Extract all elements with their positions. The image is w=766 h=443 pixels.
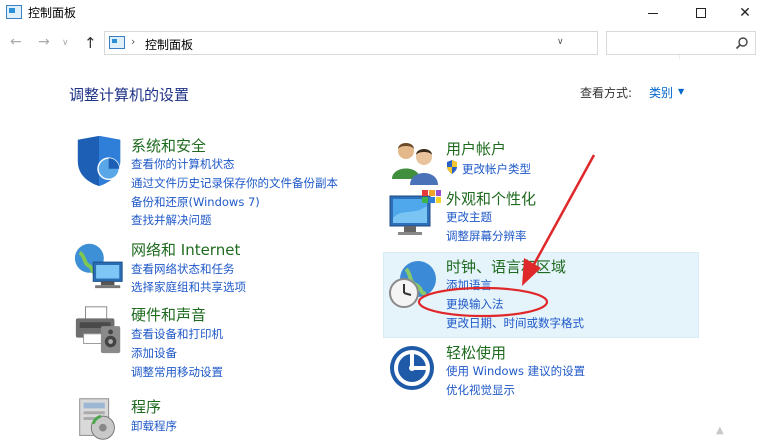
control-panel-icon [109, 36, 125, 49]
forward-arrow-icon[interactable]: → [38, 34, 50, 50]
category-title-user-accounts[interactable]: 用户帐户 [446, 138, 506, 159]
up-arrow-icon[interactable]: ↑ [84, 34, 97, 52]
link-add-language[interactable]: 添加语言 [446, 277, 492, 293]
link-change-input-method[interactable]: 更换输入法 [446, 296, 504, 312]
link-recommended-settings[interactable]: 使用 Windows 建议的设置 [446, 363, 585, 379]
minimize-button[interactable] [630, 0, 676, 26]
link-mobility-settings[interactable]: 调整常用移动设置 [131, 364, 223, 380]
watermark-mark: ▲ [716, 425, 724, 436]
window-title: 控制面板 [28, 6, 77, 20]
link-backup-restore[interactable]: 备份和还原(Windows 7) [131, 194, 260, 210]
link-file-history-backup[interactable]: 通过文件历史记录保存你的文件备份副本 [131, 175, 338, 191]
minimize-icon [648, 12, 658, 14]
view-by-dropdown[interactable]: 类别 [649, 84, 673, 101]
link-view-computer-status[interactable]: 查看你的计算机状态 [131, 156, 235, 172]
search-input[interactable] [606, 31, 756, 55]
clock-globe-icon [389, 261, 436, 308]
link-add-device[interactable]: 添加设备 [131, 345, 177, 361]
category-title-programs[interactable]: 程序 [131, 396, 161, 417]
category-title-network-internet[interactable]: 网络和 Internet [131, 239, 240, 260]
close-button[interactable]: ✕ [722, 0, 766, 26]
category-clock-language-region[interactable] [388, 258, 442, 310]
search-icon [735, 37, 748, 50]
link-change-theme[interactable]: 更改主题 [446, 209, 492, 225]
link-change-account-type[interactable]: 更改帐户类型 [462, 161, 531, 177]
address-bar[interactable]: › 控制面板 ∨ ↻ [104, 31, 696, 59]
page-title: 调整计算机的设置 [69, 86, 190, 104]
category-user-accounts[interactable] [388, 134, 442, 185]
address-dropdown-chevron-icon[interactable]: ∨ [557, 37, 564, 47]
back-arrow-icon[interactable]: ← [10, 34, 22, 50]
link-troubleshoot[interactable]: 查找并解决问题 [131, 212, 212, 228]
programs-icon [79, 398, 115, 440]
ease-of-access-icon [390, 346, 434, 390]
breadcrumb[interactable]: 控制面板 [145, 36, 193, 53]
link-change-date-time-format[interactable]: 更改日期、时间或数字格式 [446, 315, 584, 331]
recent-locations-chevron-icon[interactable]: ∨ [62, 38, 69, 48]
category-programs[interactable] [72, 392, 128, 440]
uac-shield-icon [447, 160, 457, 174]
control-panel-icon [6, 5, 22, 19]
annotation-overlay [417, 154, 596, 318]
link-screen-resolution[interactable]: 调整屏幕分辨率 [446, 228, 527, 244]
link-uninstall-program[interactable]: 卸载程序 [131, 418, 177, 434]
link-network-status[interactable]: 查看网络状态和任务 [131, 261, 235, 277]
close-icon: ✕ [739, 5, 751, 21]
link-homegroup-sharing[interactable]: 选择家庭组和共享选项 [131, 279, 246, 295]
maximize-icon [696, 8, 706, 18]
shield-icon [77, 135, 121, 187]
category-appearance[interactable] [388, 188, 442, 242]
title-bar: 控制面板 ✕ [0, 0, 766, 26]
navigation-bar: ← → ∨ ↑ › 控制面板 ∨ ↻ [0, 28, 766, 59]
view-by-caret-icon[interactable]: ▼ [678, 87, 684, 96]
monitor-icon [389, 190, 441, 235]
printer-icon [75, 306, 121, 354]
breadcrumb-separator-icon: › [131, 35, 136, 48]
category-title-hardware-sound[interactable]: 硬件和声音 [131, 304, 206, 325]
globe-network-icon [74, 243, 123, 289]
view-by-label: 查看方式: [580, 86, 633, 100]
category-title-clock-language-region[interactable]: 时钟、语言和区域 [446, 256, 566, 277]
link-devices-printers[interactable]: 查看设备和打印机 [131, 326, 223, 342]
category-hardware-sound[interactable] [72, 302, 128, 354]
category-title-appearance[interactable]: 外观和个性化 [446, 188, 536, 209]
maximize-button[interactable] [678, 0, 724, 26]
category-ease-of-access[interactable] [388, 341, 442, 393]
category-title-ease-of-access[interactable]: 轻松使用 [446, 342, 506, 363]
users-icon [392, 143, 438, 185]
category-system-security[interactable] [72, 134, 128, 190]
link-optimize-visual-display[interactable]: 优化视觉显示 [446, 382, 515, 398]
category-network-internet[interactable] [72, 238, 128, 289]
category-title-system-security[interactable]: 系统和安全 [131, 135, 206, 156]
